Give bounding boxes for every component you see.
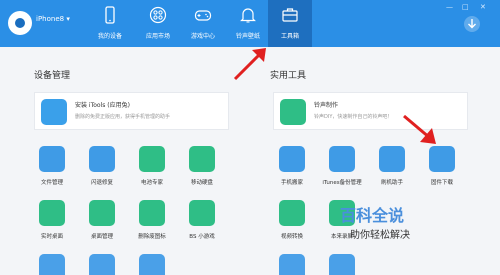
apps-icon xyxy=(149,6,167,24)
doc-icon xyxy=(139,254,165,275)
device-name: iPhone8 xyxy=(36,15,65,23)
folder-icon xyxy=(39,146,65,172)
banner-title: 铃声制作 xyxy=(314,102,339,109)
banner-desc: 铃声DIY，快速制作自己的铃声吧！ xyxy=(314,114,393,120)
phone-icon xyxy=(105,6,115,24)
itools-app-icon xyxy=(41,99,67,125)
tab-label: 铃声壁纸 xyxy=(235,33,260,40)
tab-toolbox[interactable]: 工具箱 xyxy=(268,0,312,47)
music-icon xyxy=(329,146,355,172)
clock-icon xyxy=(89,254,115,275)
device-selector[interactable]: iPhone8 ▾ xyxy=(36,15,70,23)
minimize-button[interactable]: — xyxy=(446,3,453,11)
refresh-icon xyxy=(379,146,405,172)
utility-tools-title: 实用工具 xyxy=(270,71,307,81)
usb-icon xyxy=(189,146,215,172)
watermark-sub: 助你轻松解决 xyxy=(350,230,410,241)
banner-desc: 删除的免费正版应用，获得手机管理的助手 xyxy=(75,114,171,120)
battery-icon xyxy=(139,146,165,172)
watermark: 百科全说 助你轻松解决 xyxy=(340,202,500,244)
tab-label: 工具箱 xyxy=(280,33,299,40)
trash-icon xyxy=(139,200,165,226)
download-icon[interactable] xyxy=(463,15,481,33)
install-itools-banner[interactable]: 安装 iTools (应用兔) 删除的免费正版应用，获得手机管理的助手 xyxy=(34,92,229,130)
bell-icon xyxy=(240,8,256,23)
close-button[interactable]: ✕ xyxy=(480,3,486,11)
gamepad-icon xyxy=(194,10,212,21)
itools-logo-icon xyxy=(8,11,32,35)
gamepad-icon xyxy=(189,200,215,226)
tab-label: 我的设备 xyxy=(97,33,122,40)
banner-title: 安装 iTools (应用兔) xyxy=(75,102,130,109)
tab-ringtone-wallpaper[interactable]: 铃声壁纸 xyxy=(226,0,270,47)
tab-label: 应用市场 xyxy=(145,33,170,40)
tab-my-device[interactable]: 我的设备 xyxy=(88,0,132,47)
desktop-icon xyxy=(39,200,65,226)
watermark-main: 百科全说 xyxy=(340,206,405,225)
annotation-arrow-firmware xyxy=(403,114,436,144)
tab-app-market[interactable]: 应用市场 xyxy=(136,0,180,47)
bell-icon xyxy=(280,99,306,125)
film-icon xyxy=(279,200,305,226)
grid-icon xyxy=(89,200,115,226)
tab-label: 游戏中心 xyxy=(190,33,215,40)
annotation-arrow-toolbox xyxy=(233,48,266,81)
toolbox-icon xyxy=(282,8,298,22)
device-management-title: 设备管理 xyxy=(34,71,71,81)
ring-icon xyxy=(279,254,305,275)
firmware-icon xyxy=(429,146,455,172)
ssh-icon xyxy=(39,254,65,275)
top-bar: iPhone8 ▾ 我的设备 应用市场 游戏中心 铃声壁纸 工具箱 — □ ✕ xyxy=(0,0,500,47)
star-badge-icon xyxy=(89,146,115,172)
maximize-button[interactable]: □ xyxy=(462,3,469,11)
phone-move-icon xyxy=(279,146,305,172)
chat-icon xyxy=(329,254,355,275)
tab-game-center[interactable]: 游戏中心 xyxy=(181,0,225,47)
